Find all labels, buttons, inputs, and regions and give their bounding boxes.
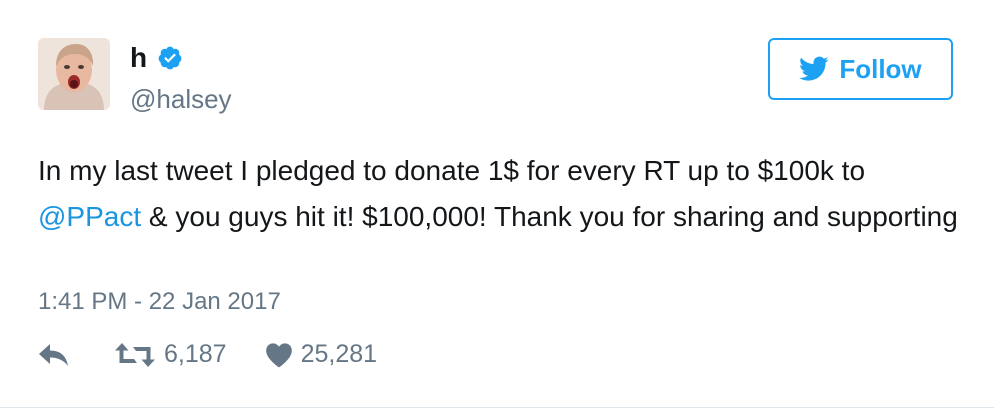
retweet-count: 6,187 <box>164 340 227 368</box>
retweet-icon <box>115 342 155 367</box>
verified-badge-icon <box>157 45 183 71</box>
tweet-actions: 6,187 25,281 <box>38 340 377 369</box>
tweet-card: h @halsey Follow In my last tweet I pled… <box>0 0 994 408</box>
display-name[interactable]: h <box>130 42 147 74</box>
tweet-timestamp[interactable]: 1:41 PM - 22 Jan 2017 <box>38 288 281 316</box>
tweet-text-part1: In my last tweet I pledged to donate 1$ … <box>38 155 866 186</box>
follow-button-label: Follow <box>839 53 922 84</box>
tweet-text: In my last tweet I pledged to donate 1$ … <box>38 148 958 240</box>
follow-button[interactable]: Follow <box>768 38 953 100</box>
user-avatar[interactable] <box>38 38 110 110</box>
avatar-image <box>38 38 110 110</box>
retweet-button[interactable]: 6,187 <box>114 340 227 369</box>
reply-icon <box>39 343 68 366</box>
twitter-bird-icon <box>799 56 829 81</box>
user-handle[interactable]: @halsey <box>130 84 232 115</box>
like-count: 25,281 <box>300 340 378 368</box>
name-row: h <box>130 42 183 74</box>
tweet-text-part2: & you guys hit it! $100,000! Thank you f… <box>141 201 958 232</box>
mention-link[interactable]: @PPact <box>38 201 141 232</box>
heart-icon <box>265 342 292 367</box>
like-button[interactable]: 25,281 <box>265 340 377 369</box>
reply-button[interactable] <box>38 342 70 368</box>
